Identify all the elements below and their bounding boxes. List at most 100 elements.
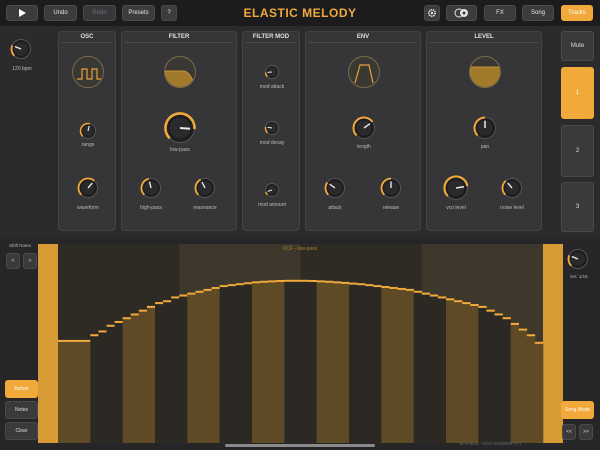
play-button[interactable] [6,5,38,21]
automation-step[interactable] [454,301,463,443]
automation-step[interactable] [106,325,115,443]
next-button[interactable]: >> [579,424,593,440]
automation-step[interactable] [98,331,107,443]
automation-step[interactable] [235,284,245,443]
shift-right-button[interactable]: > [23,253,37,269]
automation-step[interactable] [494,314,503,443]
automation-button[interactable]: Autom [5,380,38,398]
automation-step[interactable] [308,280,317,443]
settings-button[interactable] [424,5,440,21]
mod-decay-knob[interactable] [264,120,280,136]
automation-step[interactable] [534,342,544,443]
automation-step[interactable] [300,280,309,443]
len-knob[interactable] [567,248,589,270]
automation-step[interactable] [478,306,487,443]
automation-step[interactable] [470,304,479,443]
highpass-label: high-pass [140,205,162,211]
automation-step[interactable] [163,301,172,443]
song-button[interactable]: Song [522,5,554,21]
automation-step[interactable] [82,340,91,443]
automation-step[interactable] [462,303,471,443]
automation-step[interactable] [122,318,132,443]
automation-step[interactable] [171,297,180,443]
tempo-knob[interactable] [10,38,32,60]
automation-step[interactable] [389,287,398,443]
track-1-button[interactable]: 1 [561,67,594,119]
automation-step[interactable] [130,314,140,443]
automation-step[interactable] [373,286,382,443]
automation-step[interactable] [446,299,455,443]
fx-button[interactable]: FX [484,5,516,21]
vco-level-knob[interactable] [443,175,469,201]
mute-button[interactable]: Mute [561,31,594,61]
length-knob[interactable] [352,116,376,140]
automation-step[interactable] [195,291,204,443]
automation-step[interactable] [219,286,229,443]
automation-step[interactable] [332,282,342,443]
automation-step[interactable] [284,280,293,443]
automation-step[interactable] [365,285,374,443]
automation-step[interactable] [381,287,390,443]
clear-button[interactable]: Clear [5,422,38,440]
redo-button[interactable]: Redo [83,5,116,21]
highpass-knob[interactable] [140,177,162,199]
automation-step[interactable] [437,297,447,443]
automation-step[interactable] [179,295,188,443]
track-2-button[interactable]: 2 [561,125,594,177]
attack-knob[interactable] [324,177,346,199]
mod-amount-knob[interactable] [264,182,280,198]
automation-step[interactable] [324,281,334,443]
presets-button[interactable]: Presets [122,5,155,21]
automation-step[interactable] [155,303,164,443]
automation-step[interactable] [292,280,301,443]
automation-step[interactable] [397,288,406,443]
notes-button[interactable]: Notes [5,401,38,419]
prev-button[interactable]: << [562,424,576,440]
automation-step[interactable] [146,306,156,443]
song-mode-button[interactable]: Song Mode [561,401,594,419]
automation-step[interactable] [357,284,366,443]
automation-step[interactable] [58,340,67,443]
automation-step[interactable] [510,323,520,443]
tracks-button[interactable]: Tracks [561,5,593,21]
automation-step[interactable] [74,340,83,443]
mod-attack-knob[interactable] [264,64,280,80]
range-knob[interactable] [79,122,97,140]
automation-step[interactable] [90,335,99,443]
automation-step[interactable] [243,283,253,443]
automation-step[interactable] [227,285,237,443]
automation-step[interactable] [349,283,358,443]
automation-step[interactable] [429,295,439,443]
automation-step[interactable] [413,291,423,443]
automation-step[interactable] [316,281,326,443]
release-knob[interactable] [380,177,402,199]
automation-step[interactable] [518,329,528,443]
track-3-button[interactable]: 3 [561,182,594,232]
resonance-knob[interactable] [194,177,216,199]
automation-step[interactable] [187,293,196,443]
noise-level-knob[interactable] [501,177,523,199]
help-button[interactable]: ? [161,5,177,21]
automation-step[interactable] [486,310,495,443]
lowpass-knob[interactable] [164,112,196,144]
automation-step[interactable] [260,281,269,443]
automation-step[interactable] [138,310,148,443]
undo-button[interactable]: Undo [44,5,77,21]
automation-step[interactable] [211,287,220,443]
automation-graph[interactable] [38,244,563,443]
automation-step[interactable] [114,322,123,443]
automation-step[interactable] [526,335,536,443]
automation-step[interactable] [502,318,511,443]
automation-step[interactable] [421,293,431,443]
automation-step[interactable] [66,340,75,443]
automation-step[interactable] [203,289,212,443]
automation-step[interactable] [405,289,414,443]
automation-step[interactable] [268,281,277,443]
automation-step[interactable] [252,282,261,443]
pan-knob[interactable] [473,116,497,140]
shift-left-button[interactable]: < [6,253,20,269]
waveform-knob[interactable] [77,177,99,199]
automation-step[interactable] [340,282,350,443]
automation-step[interactable] [276,280,285,443]
link-button[interactable] [446,5,477,21]
